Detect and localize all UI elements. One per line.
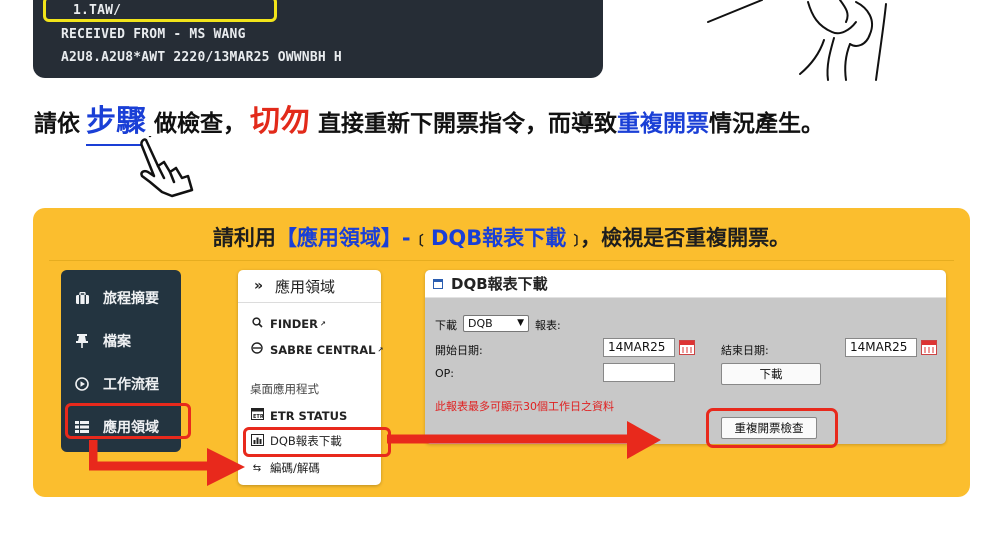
download-button[interactable]: 下載 bbox=[721, 363, 821, 385]
dqb-report-title: DQB報表下載 bbox=[451, 275, 548, 293]
play-circle-icon bbox=[75, 376, 89, 391]
sidebar-item-label: 旅程摘要 bbox=[103, 290, 159, 307]
start-date-calendar-icon[interactable] bbox=[679, 340, 695, 355]
menu-header-label: 應用領域 bbox=[275, 277, 336, 296]
dqb-report-window: DQB報表下載 下載 DQB ▼ 報表: 開始日期: 14MAR25 結束日期:… bbox=[425, 270, 946, 444]
arrow-to-menu bbox=[89, 440, 245, 486]
menu-item-label: ETR STATUS bbox=[270, 408, 348, 423]
etr-icon: ETR bbox=[250, 408, 264, 423]
sidebar-item-workflow[interactable]: 工作流程 bbox=[61, 362, 181, 405]
chevron-down-icon: ▼ bbox=[517, 318, 524, 328]
terminal-line-2: RECEIVED FROM - MS WANG bbox=[61, 27, 246, 42]
instruction-panel: 請利用【應用領域】-〔 DQB報表下載 〕，檢視是否重複開票。 旅程摘要 檔案 … bbox=[33, 208, 970, 497]
panel-divider bbox=[49, 260, 954, 261]
report-type-value: DQB bbox=[468, 317, 493, 330]
external-link-icon: ↗ bbox=[320, 320, 326, 328]
applications-menu-header: » 應用領域 bbox=[238, 270, 381, 303]
search-icon bbox=[250, 317, 264, 331]
report-type-select[interactable]: DQB ▼ bbox=[463, 315, 529, 332]
end-date-input[interactable]: 14MAR25 bbox=[845, 338, 917, 357]
menu-item-label: FINDER bbox=[270, 317, 319, 331]
sabre-logo-icon bbox=[250, 342, 264, 357]
headline-part-2: 做檢查， bbox=[154, 111, 246, 137]
menu-item-label: SABRE CENTRAL bbox=[270, 342, 376, 357]
encode-icon: ⇆ bbox=[252, 462, 262, 474]
terminal-snippet: 1.TAW/ RECEIVED FROM - MS WANG A2U8.A2U8… bbox=[33, 0, 603, 78]
sidebar-item-label: 檔案 bbox=[103, 333, 131, 350]
sidebar-item-label: 工作流程 bbox=[103, 376, 159, 393]
panel-title-domain: 【應用領域】 bbox=[275, 226, 402, 250]
report-label: 報表: bbox=[535, 319, 561, 332]
menu-highlight-box bbox=[243, 427, 391, 457]
op-label: OP: bbox=[435, 367, 454, 380]
menu-item-encode-decode[interactable]: ⇆ 編碼/解碼 bbox=[250, 460, 320, 476]
suitcase-icon bbox=[75, 291, 89, 305]
panel-title-bracket-open: 〔 bbox=[410, 234, 424, 249]
start-date-label: 開始日期: bbox=[435, 344, 483, 357]
terminal-line-3: A2U8.A2U8*AWT 2220/13MAR25 OWWNBH H bbox=[61, 50, 342, 65]
menu-item-etr-status[interactable]: ETR ETR STATUS bbox=[250, 408, 347, 423]
start-date-input[interactable]: 14MAR25 bbox=[603, 338, 675, 357]
window-icon bbox=[433, 278, 443, 289]
panel-title-dash: - bbox=[401, 226, 411, 250]
panel-title: 請利用【應用領域】-〔 DQB報表下載 〕，檢視是否重複開票。 bbox=[33, 222, 970, 252]
dqb-report-titlebar: DQB報表下載 bbox=[425, 270, 946, 298]
menu-item-sabre-central[interactable]: SABRE CENTRAL ↗ bbox=[250, 342, 383, 357]
headline-warning-word: 切勿 bbox=[250, 104, 310, 139]
external-link-icon: ↗ bbox=[377, 345, 384, 354]
end-date-label: 結束日期: bbox=[721, 344, 769, 357]
pin-icon bbox=[75, 333, 89, 348]
download-label: 下載 bbox=[435, 319, 457, 332]
menu-item-label: 編碼/解碼 bbox=[270, 461, 320, 475]
end-date-calendar-icon[interactable] bbox=[921, 340, 937, 355]
menu-section-desktop-apps: 桌面應用程式 bbox=[250, 382, 319, 396]
terminal-line-1: 1.TAW/ bbox=[73, 3, 122, 18]
menu-item-finder[interactable]: FINDER ↗ bbox=[250, 317, 326, 331]
report-limit-warning: 此報表最多可顯示30個工作日之資料 bbox=[435, 400, 614, 413]
sidebar-highlight-box bbox=[65, 403, 191, 439]
pointer-hand-icon bbox=[140, 136, 194, 198]
arrow-to-report bbox=[387, 421, 661, 459]
panel-title-prefix: 請利用 bbox=[212, 226, 276, 250]
panel-title-report: DQB報表下載 bbox=[430, 226, 567, 250]
panel-title-suffix: ，檢視是否重複開票。 bbox=[580, 226, 791, 250]
sidebar-item-itinerary[interactable]: 旅程摘要 bbox=[61, 276, 181, 319]
op-input[interactable] bbox=[603, 363, 675, 382]
check-button-highlight-box bbox=[706, 408, 838, 448]
svg-text:ETR: ETR bbox=[253, 414, 264, 420]
headline-step-link[interactable]: 步驟 bbox=[86, 96, 146, 146]
headline-part-1: 請依 bbox=[34, 111, 80, 137]
headline-part-4: 情況產生。 bbox=[709, 111, 824, 137]
headline-highlight: 重複開票 bbox=[617, 111, 709, 137]
double-chevron-icon[interactable]: » bbox=[254, 278, 263, 294]
sidebar-item-files[interactable]: 檔案 bbox=[61, 319, 181, 362]
headline-part-3: 直接重新下開票指令，而導致 bbox=[318, 111, 617, 137]
thinking-person-illustration bbox=[707, 0, 887, 81]
